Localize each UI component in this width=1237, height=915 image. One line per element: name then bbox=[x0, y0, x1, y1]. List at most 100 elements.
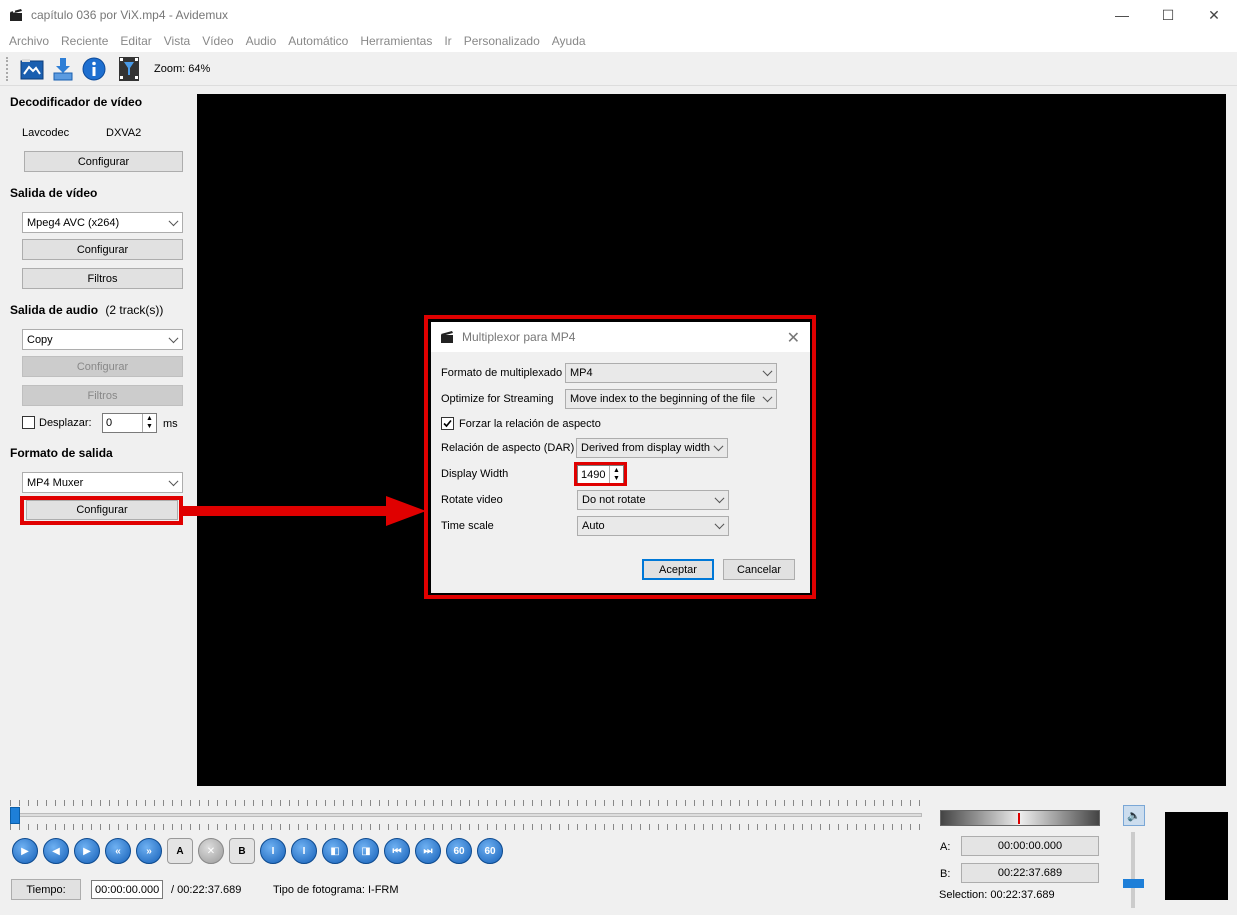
timeline-ticks-top bbox=[10, 800, 922, 806]
marker-a-value: 00:00:00.000 bbox=[961, 836, 1099, 856]
chevron-down-icon bbox=[714, 519, 725, 530]
menu-herramientas[interactable]: Herramientas bbox=[354, 34, 438, 48]
download-icon bbox=[53, 57, 73, 80]
play-button[interactable]: ▶ bbox=[12, 838, 38, 864]
window-title: capítulo 036 por ViX.mp4 - Avidemux bbox=[31, 8, 229, 22]
volume-slider-thumb[interactable] bbox=[1123, 879, 1144, 888]
rewind-icon: « bbox=[115, 845, 121, 857]
checkmark-icon bbox=[443, 419, 452, 428]
next-black-frame-button[interactable]: ◨ bbox=[353, 838, 379, 864]
selection-duration: Selection: 00:22:37.689 bbox=[939, 889, 1055, 901]
filter-button[interactable] bbox=[115, 55, 143, 83]
dialog-title-bar: Multiplexor para MP4 ✕ bbox=[431, 322, 810, 352]
goto-a-icon: I bbox=[271, 845, 275, 857]
menu-automatico[interactable]: Automático bbox=[282, 34, 354, 48]
film-filter-icon bbox=[119, 56, 139, 81]
decoder-name: Lavcodec bbox=[22, 127, 70, 139]
video-config-button[interactable]: Configurar bbox=[22, 239, 183, 260]
previous-black-frame-button[interactable]: ◧ bbox=[322, 838, 348, 864]
timeline-slider[interactable] bbox=[10, 800, 922, 830]
delete-button[interactable]: ✕ bbox=[198, 838, 224, 864]
mux-format-select[interactable]: MP4 bbox=[565, 363, 777, 383]
back-60s-button[interactable]: 60 bbox=[446, 838, 472, 864]
go-first-button[interactable]: ⏮ bbox=[384, 838, 410, 864]
menu-video[interactable]: Vídeo bbox=[196, 34, 239, 48]
accept-button[interactable]: Aceptar bbox=[642, 559, 714, 580]
clapperboard-icon bbox=[9, 8, 23, 22]
set-marker-b-button[interactable]: B bbox=[229, 838, 255, 864]
save-video-button[interactable] bbox=[49, 55, 77, 83]
chevron-down-icon bbox=[713, 441, 724, 452]
video-filters-button[interactable]: Filtros bbox=[22, 268, 183, 289]
rotate-select[interactable]: Do not rotate bbox=[577, 490, 729, 510]
next-keyframe-button[interactable]: » bbox=[136, 838, 162, 864]
minimize-button[interactable]: — bbox=[1099, 0, 1145, 30]
audio-codec-select[interactable]: Copy bbox=[22, 329, 183, 350]
shift-unit: ms bbox=[163, 418, 178, 430]
volume-slider-track[interactable] bbox=[1131, 832, 1135, 908]
menu-personalizado[interactable]: Personalizado bbox=[458, 34, 546, 48]
next-frame-button[interactable]: ▶ bbox=[74, 838, 100, 864]
menu-ayuda[interactable]: Ayuda bbox=[546, 34, 592, 48]
previous-keyframe-button[interactable]: « bbox=[105, 838, 131, 864]
playback-controls: ▶ ◀ ▶ « » A ✕ B I I ◧ ◨ ⏮ ⏭ 60 60 bbox=[12, 838, 508, 864]
audio-track-count: (2 track(s)) bbox=[105, 303, 164, 317]
menu-reciente[interactable]: Reciente bbox=[55, 34, 114, 48]
audio-config-button[interactable]: Configurar bbox=[22, 356, 183, 377]
previous-frame-button[interactable]: ◀ bbox=[43, 838, 69, 864]
timescale-select[interactable]: Auto bbox=[577, 516, 729, 536]
go-last-button[interactable]: ⏭ bbox=[415, 838, 441, 864]
total-time: / 00:22:37.689 bbox=[171, 884, 242, 896]
timeline-track[interactable] bbox=[10, 813, 922, 817]
volume-button[interactable]: 🔈 bbox=[1123, 805, 1145, 826]
mux-format-value: MP4 bbox=[570, 367, 593, 379]
shift-checkbox[interactable] bbox=[22, 416, 35, 429]
close-button[interactable]: ✕ bbox=[1191, 0, 1237, 30]
set-marker-a-button[interactable]: A bbox=[167, 838, 193, 864]
dialog-title: Multiplexor para MP4 bbox=[462, 330, 576, 344]
streaming-select[interactable]: Move index to the beginning of the file bbox=[565, 389, 777, 409]
dar-select[interactable]: Derived from display width bbox=[576, 438, 728, 458]
toolbar: Zoom: 64% bbox=[0, 52, 1237, 86]
force-aspect-checkbox[interactable] bbox=[441, 417, 454, 430]
film-back-icon: ◧ bbox=[330, 845, 340, 857]
play-icon: ▶ bbox=[21, 845, 29, 857]
decoder-config-button[interactable]: Configurar bbox=[24, 151, 183, 172]
video-decoder-title: Decodificador de vídeo bbox=[10, 95, 143, 109]
time-button[interactable]: Tiempo: bbox=[11, 879, 81, 900]
spin-arrows-icon[interactable]: ▲ ▼ bbox=[142, 414, 156, 432]
shift-spinbox[interactable]: 0 ▲ ▼ bbox=[102, 413, 157, 433]
muxer-select[interactable]: MP4 Muxer bbox=[22, 472, 183, 493]
timeline-thumb[interactable] bbox=[10, 807, 20, 824]
forward-60s-button[interactable]: 60 bbox=[477, 838, 503, 864]
dar-value: Derived from display width bbox=[581, 442, 710, 454]
menu-ir[interactable]: Ir bbox=[438, 34, 457, 48]
go-marker-b-button[interactable]: I bbox=[291, 838, 317, 864]
current-time-input[interactable]: 00:00:00.000 bbox=[91, 880, 163, 899]
video-codec-select[interactable]: Mpeg4 AVC (x264) bbox=[22, 212, 183, 233]
chevron-down-icon bbox=[762, 366, 773, 377]
menu-audio[interactable]: Audio bbox=[240, 34, 283, 48]
chevron-down-icon bbox=[714, 493, 725, 504]
streaming-label: Optimize for Streaming bbox=[441, 393, 554, 405]
toolbar-grip[interactable] bbox=[6, 56, 10, 81]
rotate-value: Do not rotate bbox=[582, 494, 646, 506]
mp4-muxer-dialog: Multiplexor para MP4 ✕ Formato de multip… bbox=[431, 322, 810, 593]
skip-start-icon: ⏮ bbox=[392, 845, 402, 857]
audio-filters-button[interactable]: Filtros bbox=[22, 385, 183, 406]
menu-vista[interactable]: Vista bbox=[158, 34, 196, 48]
open-video-button[interactable] bbox=[18, 55, 46, 83]
info-button[interactable] bbox=[80, 55, 108, 83]
go-marker-a-button[interactable]: I bbox=[260, 838, 286, 864]
menu-editar[interactable]: Editar bbox=[114, 34, 157, 48]
dialog-close-icon[interactable]: ✕ bbox=[787, 328, 800, 348]
cancel-button[interactable]: Cancelar bbox=[723, 559, 795, 580]
maximize-button[interactable]: ☐ bbox=[1145, 0, 1191, 30]
info-icon bbox=[82, 57, 106, 80]
marker-b-label-text: B: bbox=[940, 868, 951, 880]
menu-archivo[interactable]: Archivo bbox=[3, 34, 55, 48]
video-codec-value: Mpeg4 AVC (x264) bbox=[27, 216, 120, 229]
back-60-label: 60 bbox=[453, 845, 465, 857]
annotation-arrow-shaft bbox=[182, 506, 388, 516]
audio-output-label: Salida de audio bbox=[10, 303, 99, 317]
